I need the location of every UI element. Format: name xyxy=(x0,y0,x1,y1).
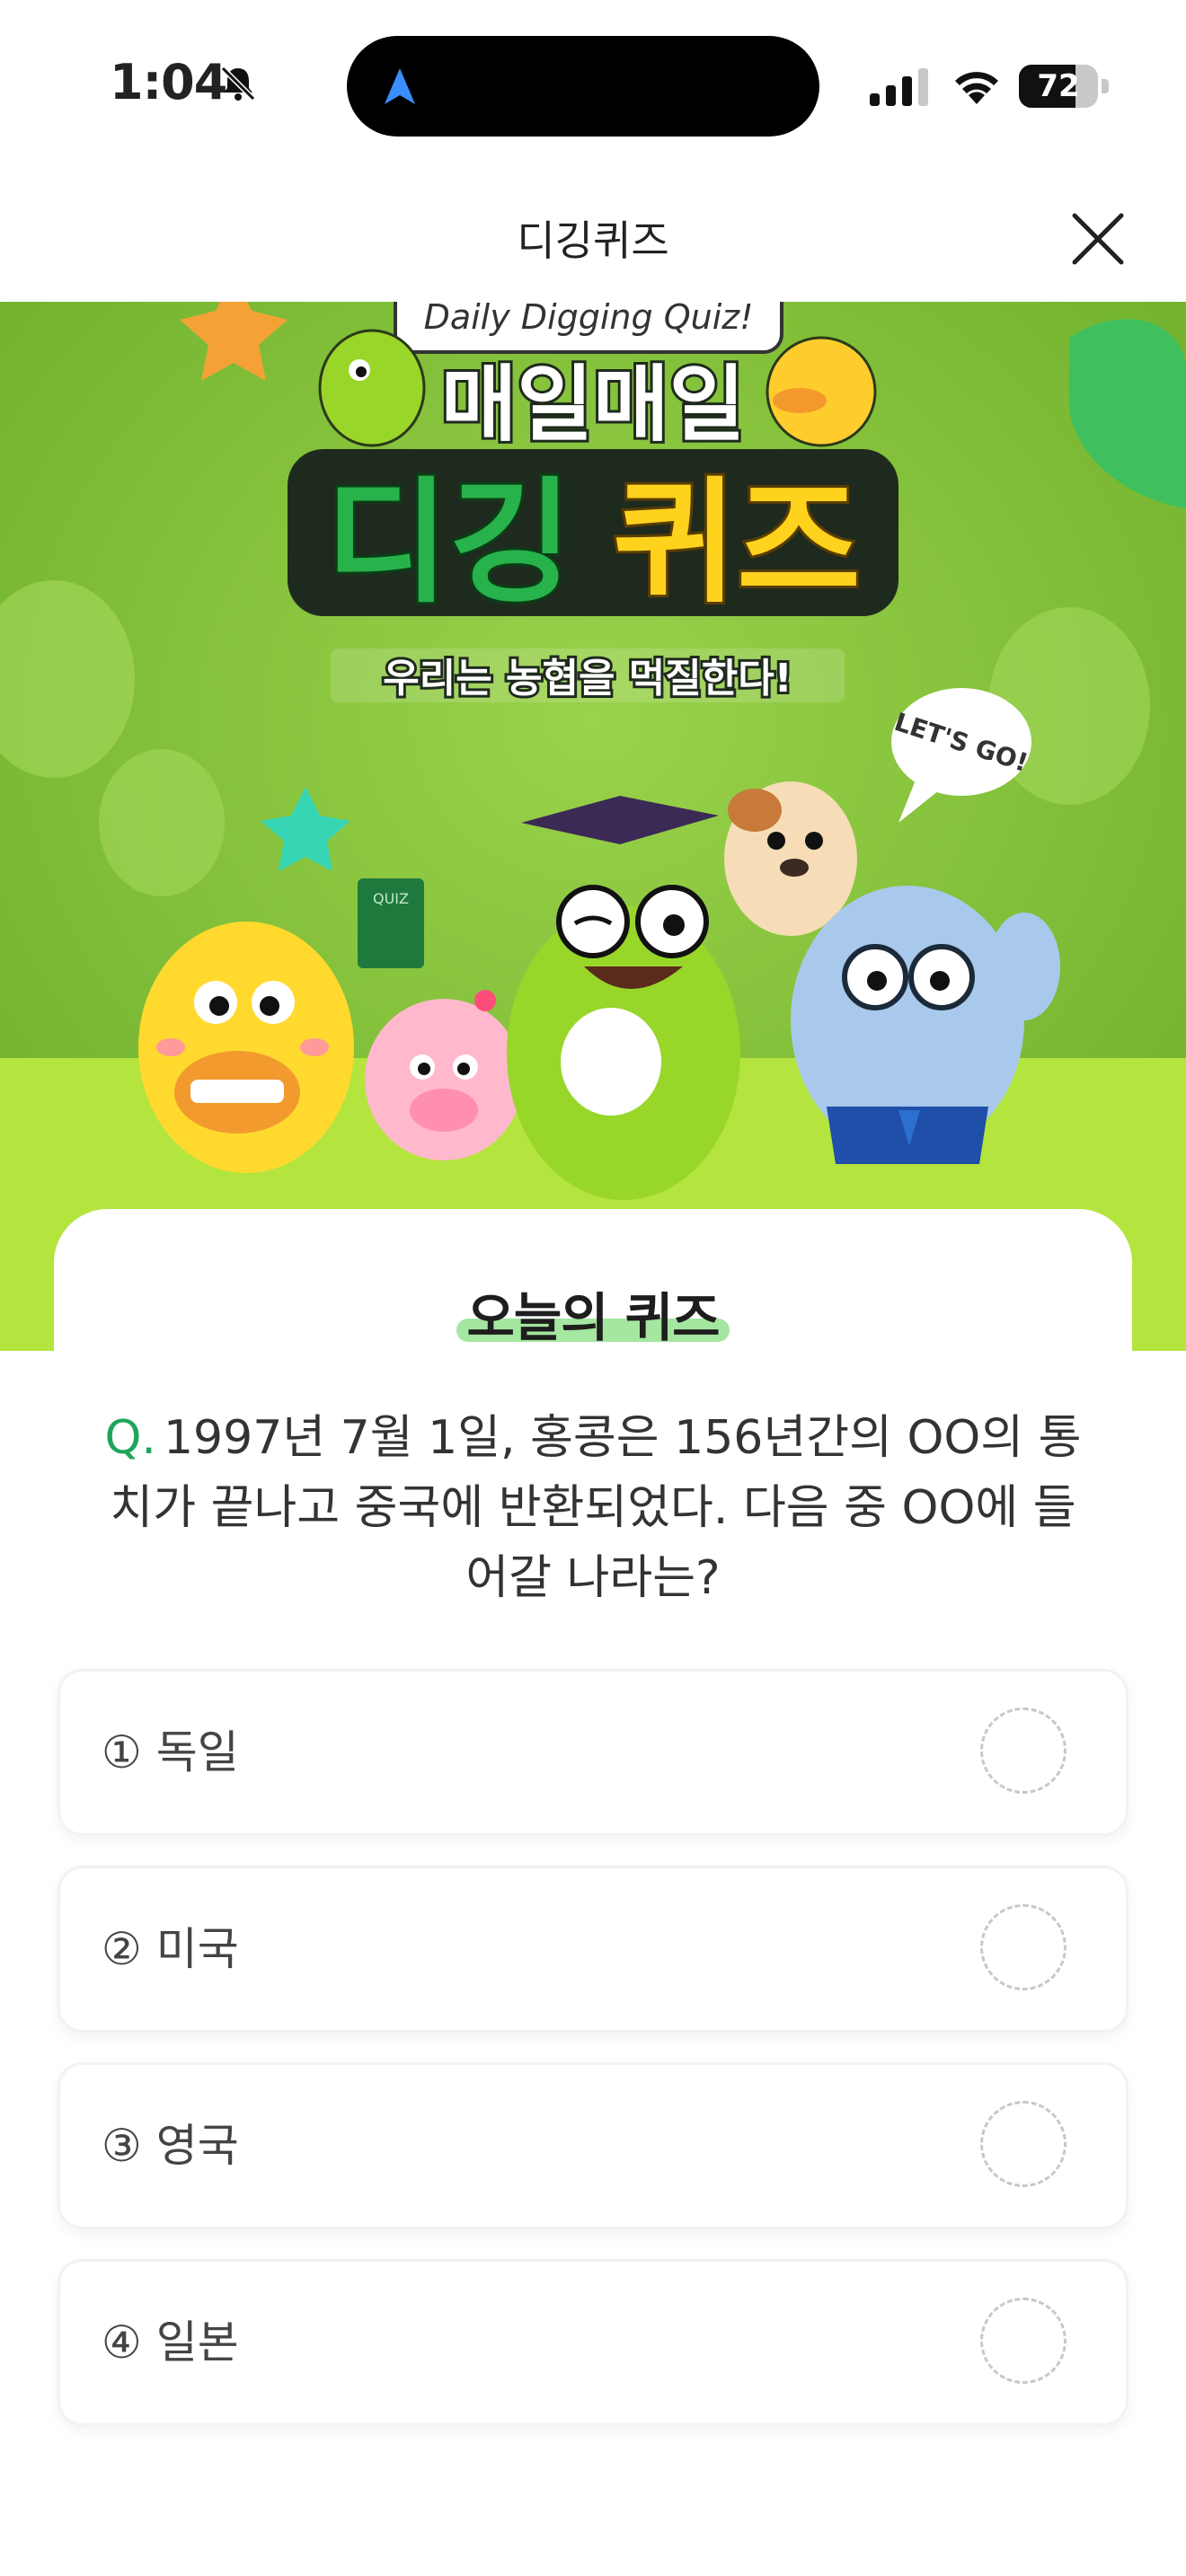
banner-title-line1: 매일매일 xyxy=(441,357,746,453)
book-label: QUIZ xyxy=(373,890,409,907)
bell-slash-icon xyxy=(220,66,256,101)
banner-illustration: Daily Digging Quiz! 매일매일 디깅 퀴즈 우리는 농협을 먹… xyxy=(0,302,1186,1351)
answer-option-1[interactable]: ① 독일 xyxy=(58,1669,1128,1836)
status-time: 1:04 xyxy=(110,54,227,110)
close-icon xyxy=(1072,213,1124,265)
battery-icon: 72 xyxy=(1019,65,1109,108)
battery-percent: 72 xyxy=(1037,68,1080,104)
wifi-icon xyxy=(955,72,998,104)
page-title: 디깅퀴즈 xyxy=(517,216,669,265)
option-radio-circle[interactable] xyxy=(980,2101,1067,2187)
banner-title-quiz: 퀴즈 xyxy=(613,465,861,622)
question-prefix: Q. xyxy=(104,1411,156,1465)
option-radio-circle[interactable] xyxy=(980,2298,1067,2384)
location-arrow-icon xyxy=(385,68,415,104)
quiz-question: Q. 1997년 7월 1일, 홍콩은 156년간의 OO의 통치가 끝나고 중국… xyxy=(99,1403,1087,1613)
answer-option-4[interactable]: ④ 일본 xyxy=(58,2259,1128,2426)
yellow-duck-character xyxy=(138,922,354,1173)
banner-subtitle: 우리는 농협을 먹질한다! xyxy=(383,656,792,701)
option-label: ④ 일본 xyxy=(102,2316,239,2369)
answer-option-2[interactable]: ② 미국 xyxy=(58,1866,1128,2033)
cellular-signal-icon xyxy=(870,68,928,106)
quiz-banner: Daily Digging Quiz! 매일매일 디깅 퀴즈 우리는 농협을 먹… xyxy=(0,302,1186,1351)
option-radio-circle[interactable] xyxy=(980,1904,1067,1990)
banner-tagline: Daily Digging Quiz! xyxy=(424,302,754,337)
answer-option-3[interactable]: ③ 영국 xyxy=(58,2062,1128,2229)
close-button[interactable] xyxy=(1067,208,1128,269)
option-label: ③ 영국 xyxy=(102,2120,239,2172)
status-bar: 1:04 72 xyxy=(0,0,1186,171)
section-title: 오늘의 퀴즈 xyxy=(466,1287,721,1348)
app-header: 디깅퀴즈 xyxy=(0,171,1186,302)
option-label: ② 미국 xyxy=(102,1923,239,1975)
option-radio-circle[interactable] xyxy=(980,1707,1067,1794)
option-label: ① 독일 xyxy=(102,1726,239,1778)
banner-title-digging: 디깅 xyxy=(325,465,573,622)
question-text: 1997년 7월 1일, 홍콩은 156년간의 OO의 통치가 끝나고 중국에 … xyxy=(110,1411,1082,1605)
